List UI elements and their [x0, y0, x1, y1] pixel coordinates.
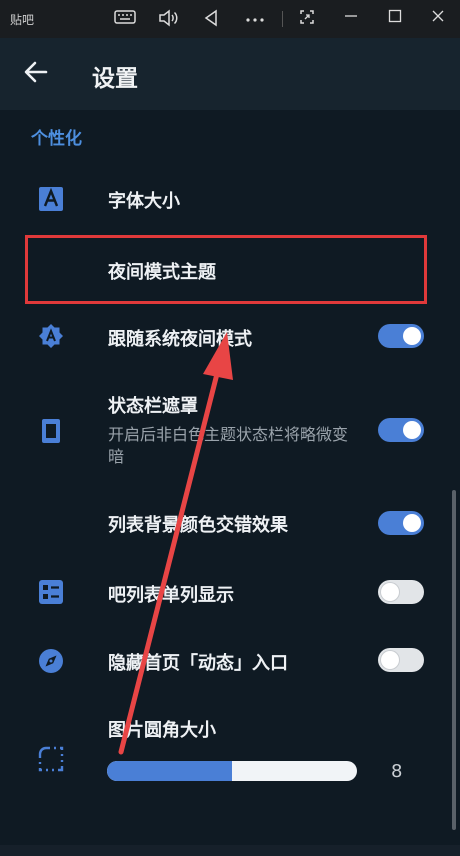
back-triangle-icon[interactable]	[199, 9, 223, 33]
setting-image-corner-radius: 图片圆角大小	[0, 706, 446, 806]
close-icon[interactable]	[426, 9, 450, 29]
more-icon[interactable]	[243, 9, 267, 29]
window-title: 贴吧	[10, 13, 35, 27]
corner-radius-slider[interactable]	[107, 761, 357, 781]
app-bar: 设置	[0, 38, 460, 110]
volume-icon[interactable]	[156, 9, 180, 33]
setting-label: 吧列表单列显示	[108, 585, 234, 606]
section-title: 个性化	[31, 129, 82, 149]
settings-list: 个性化 字体大小 夜间模式主题 跟随系统夜间模式 状态栏遮罩 开启后非白色主题状…	[0, 110, 446, 845]
scrollbar[interactable]	[452, 490, 456, 830]
setting-font-size[interactable]: 字体大小	[0, 168, 446, 228]
font-size-icon	[38, 186, 64, 212]
setting-label: 跟随系统夜间模式	[108, 329, 252, 350]
setting-list-alternate-bg[interactable]: 列表背景颜色交错效果	[0, 492, 446, 552]
keyboard-icon[interactable]	[113, 9, 137, 31]
single-column-toggle[interactable]	[378, 580, 424, 604]
list-icon	[38, 579, 64, 605]
compass-icon	[38, 648, 64, 674]
titlebar-divider	[282, 11, 283, 27]
setting-hide-feed-entry[interactable]: 隐藏首页「动态」入口	[0, 630, 446, 690]
window-titlebar: 贴吧	[0, 0, 460, 38]
minimize-icon[interactable]	[339, 9, 363, 29]
highlight-box	[25, 235, 427, 304]
corner-icon	[38, 746, 64, 772]
page-title: 设置	[92, 66, 138, 92]
back-arrow-icon[interactable]	[22, 58, 50, 86]
setting-label: 状态栏遮罩	[108, 396, 198, 417]
setting-single-column[interactable]: 吧列表单列显示	[0, 562, 446, 622]
slider-fill	[107, 761, 232, 781]
setting-label: 列表背景颜色交错效果	[108, 515, 288, 536]
setting-label: 字体大小	[108, 191, 180, 212]
auto-theme-icon	[38, 323, 64, 349]
status-bar-mask-toggle[interactable]	[378, 418, 424, 442]
alternate-bg-toggle[interactable]	[378, 511, 424, 535]
bottom-edge	[0, 845, 460, 856]
setting-label: 隐藏首页「动态」入口	[108, 653, 288, 674]
setting-description: 开启后非白色主题状态栏将略微变暗	[108, 425, 349, 466]
maximize-icon[interactable]	[383, 9, 407, 29]
setting-label: 图片圆角大小	[108, 720, 216, 741]
status-bar-icon	[38, 418, 64, 444]
hide-feed-toggle[interactable]	[378, 648, 424, 672]
screenshot-icon[interactable]	[295, 9, 319, 31]
slider-value: 8	[391, 761, 403, 782]
setting-status-bar-mask[interactable]: 状态栏遮罩 开启后非白色主题状态栏将略微变暗	[0, 382, 446, 472]
setting-follow-system-night[interactable]: 跟随系统夜间模式	[0, 308, 446, 368]
follow-system-toggle[interactable]	[378, 324, 424, 348]
